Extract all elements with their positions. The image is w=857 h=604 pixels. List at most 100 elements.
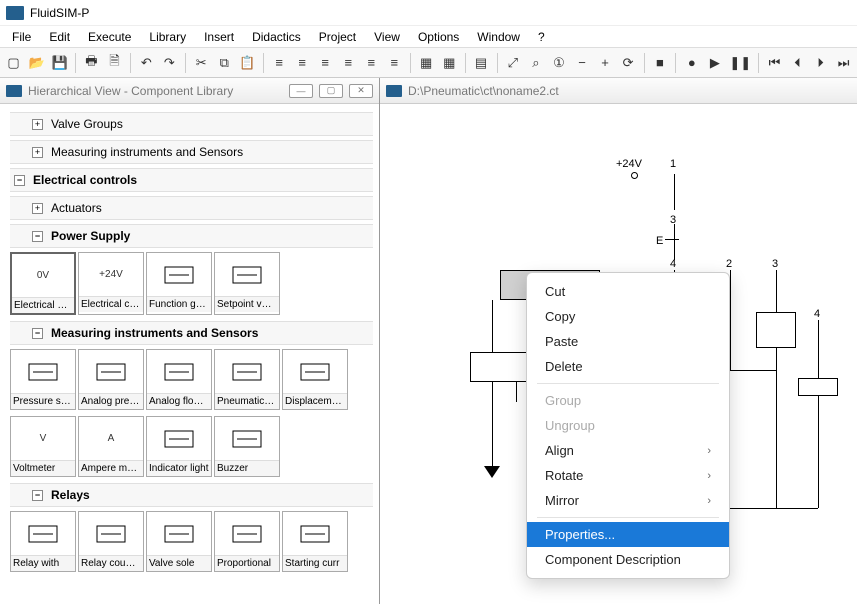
- redo-icon[interactable]: ↷: [160, 52, 179, 74]
- maximize-button[interactable]: ▢: [319, 84, 343, 98]
- snap-icon[interactable]: ▦: [440, 52, 459, 74]
- ctx-paste[interactable]: Paste: [527, 329, 729, 354]
- menu-project[interactable]: Project: [311, 28, 364, 46]
- menu-window[interactable]: Window: [469, 28, 528, 46]
- collapse-icon[interactable]: −: [32, 328, 43, 339]
- menu-edit[interactable]: Edit: [41, 28, 78, 46]
- align-middle-icon[interactable]: ≡: [362, 52, 381, 74]
- component-thumbnail[interactable]: VVoltmeter: [10, 416, 76, 477]
- expand-icon[interactable]: +: [32, 119, 43, 130]
- ctx-align[interactable]: Align›: [527, 438, 729, 463]
- component-thumbnail[interactable]: +24VElectrical co...: [78, 252, 144, 315]
- align-top-icon[interactable]: ≡: [339, 52, 358, 74]
- zoom-sel-icon[interactable]: ⌕: [526, 52, 545, 74]
- schematic-pane-title: D:\Pneumatic\ct\noname2.ct: [380, 78, 857, 104]
- menu-execute[interactable]: Execute: [80, 28, 139, 46]
- expand-icon[interactable]: +: [32, 147, 43, 158]
- paste-icon[interactable]: 📋: [238, 52, 257, 74]
- copy-icon[interactable]: ⧉: [215, 52, 234, 74]
- component-thumbnail[interactable]: Buzzer: [214, 416, 280, 477]
- thumbnail-symbol-icon: [283, 350, 347, 394]
- library-tree[interactable]: +Valve Groups +Measuring instruments and …: [0, 104, 379, 604]
- zoom-reset-icon[interactable]: ⟳: [619, 52, 638, 74]
- align-center-icon[interactable]: ≡: [293, 52, 312, 74]
- collapse-icon[interactable]: −: [32, 231, 43, 242]
- rec-icon[interactable]: ●: [682, 52, 701, 74]
- align-bottom-icon[interactable]: ≡: [385, 52, 404, 74]
- component-thumbnail[interactable]: AAmpere meter: [78, 416, 144, 477]
- component-thumbnail[interactable]: Analog flow ...: [146, 349, 212, 410]
- component-thumbnail[interactable]: Starting curr: [282, 511, 348, 572]
- menu-insert[interactable]: Insert: [196, 28, 242, 46]
- step-back-icon[interactable]: ⏴: [788, 52, 807, 74]
- expand-icon[interactable]: +: [32, 203, 43, 214]
- zoom-out-icon[interactable]: −: [573, 52, 592, 74]
- component-thumbnail[interactable]: Proportional: [214, 511, 280, 572]
- toolbar-separator: [675, 53, 676, 73]
- grid-icon[interactable]: ▦: [417, 52, 436, 74]
- open-icon[interactable]: 📂: [27, 52, 46, 74]
- component-thumbnail[interactable]: Setpoint val...: [214, 252, 280, 315]
- zoom-fit-icon[interactable]: ⤢: [503, 52, 522, 74]
- print-preview-icon[interactable]: 🗎: [105, 52, 124, 74]
- ctx-properties[interactable]: Properties...: [527, 522, 729, 547]
- skip-back-icon[interactable]: ⏮: [765, 52, 784, 74]
- thumbnail-symbol-icon: [215, 350, 279, 394]
- component-thumbnail[interactable]: 0VElectrical co...: [10, 252, 76, 315]
- tree-header[interactable]: −Electrical controls: [10, 168, 373, 192]
- tree-header[interactable]: +Actuators: [10, 196, 373, 220]
- ctx-copy[interactable]: Copy: [527, 304, 729, 329]
- stop-icon[interactable]: ■: [650, 52, 669, 74]
- play-icon[interactable]: ▶: [705, 52, 724, 74]
- step-fwd-icon[interactable]: ⏵: [811, 52, 830, 74]
- menu-view[interactable]: View: [366, 28, 408, 46]
- table-icon[interactable]: ▤: [472, 52, 491, 74]
- component-library-pane: Hierarchical View - Component Library — …: [0, 78, 380, 604]
- menu-[interactable]: ?: [530, 28, 553, 46]
- ctx-rotate[interactable]: Rotate›: [527, 463, 729, 488]
- component-thumbnail[interactable]: Pneumatic t...: [214, 349, 280, 410]
- app-icon: [6, 6, 24, 20]
- pause-icon[interactable]: ❚❚: [728, 52, 752, 74]
- zoom-1-icon[interactable]: ①: [549, 52, 568, 74]
- component-thumbnail[interactable]: Analog pres...: [78, 349, 144, 410]
- relay-component[interactable]: [798, 378, 838, 396]
- relay-component[interactable]: [756, 312, 796, 348]
- toolbar-separator: [185, 53, 186, 73]
- tree-header[interactable]: −Measuring instruments and Sensors: [10, 321, 373, 345]
- tree-header[interactable]: −Power Supply: [10, 224, 373, 248]
- ctx-component-description[interactable]: Component Description: [527, 547, 729, 572]
- align-left-icon[interactable]: ≡: [270, 52, 289, 74]
- save-icon[interactable]: 💾: [50, 52, 69, 74]
- component-thumbnail[interactable]: Valve sole: [146, 511, 212, 572]
- tree-header[interactable]: −Relays: [10, 483, 373, 507]
- close-button[interactable]: ✕: [349, 84, 373, 98]
- component-thumbnail[interactable]: Indicator light: [146, 416, 212, 477]
- cut-icon[interactable]: ✂: [192, 52, 211, 74]
- menu-library[interactable]: Library: [141, 28, 194, 46]
- ctx-mirror[interactable]: Mirror›: [527, 488, 729, 513]
- ctx-delete[interactable]: Delete: [527, 354, 729, 379]
- align-right-icon[interactable]: ≡: [316, 52, 335, 74]
- menu-options[interactable]: Options: [410, 28, 467, 46]
- skip-fwd-icon[interactable]: ⏭: [834, 52, 853, 74]
- collapse-icon[interactable]: −: [14, 175, 25, 186]
- component-thumbnail[interactable]: Displaceme...: [282, 349, 348, 410]
- library-pane-title: Hierarchical View - Component Library — …: [0, 78, 379, 104]
- component-thumbnail[interactable]: Pressure se...: [10, 349, 76, 410]
- new-icon[interactable]: ▢: [4, 52, 23, 74]
- tree-header[interactable]: +Measuring instruments and Sensors: [10, 140, 373, 164]
- component-thumbnail[interactable]: Relay with: [10, 511, 76, 572]
- menu-file[interactable]: File: [4, 28, 39, 46]
- thumbnail-label: Electrical co...: [79, 297, 143, 312]
- component-thumbnail[interactable]: Function ge...: [146, 252, 212, 315]
- tree-header[interactable]: +Valve Groups: [10, 112, 373, 136]
- minimize-button[interactable]: —: [289, 84, 313, 98]
- undo-icon[interactable]: ↶: [137, 52, 156, 74]
- zoom-in-icon[interactable]: +: [596, 52, 615, 74]
- ctx-cut[interactable]: Cut: [527, 279, 729, 304]
- collapse-icon[interactable]: −: [32, 490, 43, 501]
- print-icon[interactable]: 🖶: [82, 52, 101, 74]
- component-thumbnail[interactable]: Relay counter: [78, 511, 144, 572]
- menu-didactics[interactable]: Didactics: [244, 28, 309, 46]
